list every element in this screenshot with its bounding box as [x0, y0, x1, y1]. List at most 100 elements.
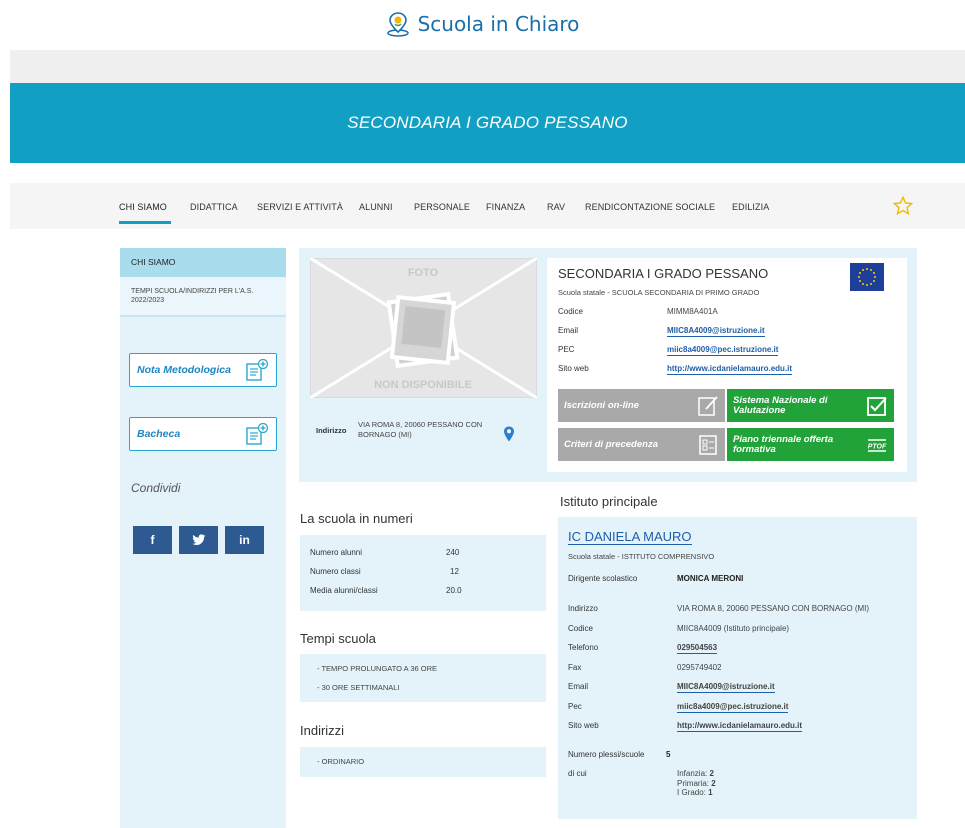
- istituto-name-link[interactable]: IC DANIELA MAURO: [568, 529, 692, 545]
- hero-banner: SECONDARIA I GRADO PESSANO: [10, 83, 965, 163]
- photo-text-top: FOTO: [408, 267, 439, 279]
- nota-metodologica-button[interactable]: Nota Metodologica: [129, 353, 277, 387]
- nav-item-rendicontazione[interactable]: RENDICONTAZIONE SOCIALE: [585, 202, 715, 212]
- nav-item-personale[interactable]: PERSONALE: [414, 202, 470, 212]
- twitter-icon: [191, 534, 205, 546]
- codice-value: MIMM8A401A: [667, 307, 718, 316]
- dicui-row-label: I Grado:: [677, 788, 706, 798]
- checkbox-icon: [867, 396, 887, 416]
- pec-link[interactable]: miic8a4009@pec.istruzione.it: [667, 345, 779, 356]
- checklist-icon: [699, 434, 717, 455]
- logo-pin-icon: [386, 12, 409, 37]
- document-plus-icon: [246, 423, 269, 445]
- dicui-row: Primaria: 2: [677, 779, 716, 789]
- field-label: Pec: [568, 702, 582, 711]
- school-card: FOTO NON DISPONIBILE Indirizzo VIA ROMA …: [299, 248, 917, 482]
- istituto-type: Scuola statale - ISTITUTO COMPRENSIVO: [568, 552, 715, 561]
- telefono-link[interactable]: 029504563: [677, 643, 718, 654]
- nav-item-chi-siamo[interactable]: CHI SIAMO: [119, 202, 167, 212]
- stat-label: Media alunni/classi: [310, 586, 378, 595]
- email-link[interactable]: MIIC8A4009@istruzione.it: [667, 326, 765, 337]
- dicui-label: di cui: [568, 769, 587, 778]
- twitter-share-button[interactable]: [179, 526, 218, 554]
- indirizzi-title: Indirizzi: [300, 723, 345, 738]
- nav-item-didattica[interactable]: DIDATTICA: [190, 202, 238, 212]
- dicui-row-label: Infanzia:: [677, 769, 708, 778]
- linkedin-share-button[interactable]: in: [225, 526, 264, 554]
- stat-label: Numero alunni: [310, 548, 363, 557]
- field-value: 0295749402: [677, 663, 722, 672]
- field-label: Email: [568, 682, 589, 691]
- email-link[interactable]: MIIC8A4009@istruzione.it: [677, 682, 775, 693]
- sidebar-item-tempi[interactable]: TEMPI SCUOLA/INDIRIZZI PER L'A.S. 2022/2…: [120, 277, 286, 317]
- nav-item-servizi[interactable]: SERVIZI E ATTIVITÀ: [257, 202, 343, 212]
- dicui-row-value: 1: [708, 788, 713, 798]
- field-label: Telefono: [568, 643, 599, 652]
- list-item: - 30 ORE SETTIMANALI: [317, 683, 400, 692]
- tempi-box: - TEMPO PROLUNGATO A 36 ORE - 30 ORE SET…: [300, 654, 546, 702]
- tempi-title: Tempi scuola: [300, 631, 376, 646]
- brand-name[interactable]: Scuola in Chiaro: [418, 12, 580, 36]
- dirigente-label: Dirigente scolastico: [568, 574, 638, 583]
- facebook-share-button[interactable]: f: [133, 526, 172, 554]
- indirizzi-box: - ORDINARIO: [300, 747, 546, 777]
- share-label: Condividi: [131, 481, 181, 495]
- edit-document-icon: [698, 395, 718, 416]
- star-icon[interactable]: [892, 195, 914, 217]
- top-band: [10, 50, 965, 83]
- dicui-list: Infanzia: 2 Primaria: 2 I Grado: 1: [677, 769, 716, 798]
- ptof-button[interactable]: Piano triennale offerta formativa PTOF: [727, 428, 894, 461]
- website-link[interactable]: http://www.icdanielamauro.edu.it: [677, 721, 803, 732]
- stat-value: 12: [450, 567, 459, 576]
- school-info: SECONDARIA I GRADO PESSANO Scuola statal…: [547, 258, 907, 472]
- school-type: Scuola statale - SCUOLA SECONDARIA DI PR…: [558, 288, 760, 297]
- sidebar: CHI SIAMO TEMPI SCUOLA/INDIRIZZI PER L'A…: [120, 248, 286, 828]
- eu-flag-icon: [850, 263, 884, 291]
- field-value: MIIC8A4009 (Istituto principale): [677, 624, 790, 633]
- stat-label: Numero classi: [310, 567, 361, 576]
- field-label: Sito web: [568, 721, 599, 730]
- field-label: Codice: [568, 624, 593, 633]
- list-item: - TEMPO PROLUNGATO A 36 ORE: [317, 664, 438, 673]
- website-link[interactable]: http://www.icdanielamauro.edu.it: [667, 364, 793, 375]
- nav-item-alunni[interactable]: ALUNNI: [359, 202, 393, 212]
- plessi-label: Numero plessi/scuole: [568, 750, 645, 759]
- bacheca-button[interactable]: Bacheca: [129, 417, 277, 451]
- dicui-row-value: 2: [711, 778, 716, 788]
- nav-item-edilizia[interactable]: EDILIZIA: [732, 202, 769, 212]
- iscrizioni-label: Iscrizioni on-line: [564, 399, 639, 411]
- bacheca-label: Bacheca: [137, 428, 181, 440]
- dicui-row-value: 2: [709, 769, 714, 778]
- numbers-title: La scuola in numeri: [300, 511, 413, 526]
- map-pin-icon[interactable]: [503, 426, 515, 442]
- snv-button[interactable]: Sistema Nazionale di Valutazione: [727, 389, 894, 422]
- main-nav: CHI SIAMO DIDATTICA SERVIZI E ATTIVITÀ A…: [10, 183, 965, 229]
- ptof-icon-text: PTOF: [868, 443, 887, 450]
- document-plus-icon: [246, 359, 269, 381]
- list-item: - ORDINARIO: [317, 757, 365, 766]
- field-label: Fax: [568, 663, 582, 672]
- brand-header: Scuola in Chiaro: [0, 0, 965, 48]
- istituto-box: IC DANIELA MAURO Scuola statale - ISTITU…: [558, 517, 917, 819]
- photo-placeholder: FOTO NON DISPONIBILE: [310, 258, 537, 398]
- sidebar-heading[interactable]: CHI SIAMO: [120, 248, 286, 277]
- field-label: Indirizzo: [568, 604, 598, 613]
- address-label: Indirizzo: [316, 426, 347, 435]
- snv-label: Sistema Nazionale di Valutazione: [733, 394, 828, 416]
- nav-active-indicator: [119, 221, 171, 224]
- dicui-row-label: Primaria:: [677, 778, 710, 788]
- criteri-button[interactable]: Criteri di precedenza: [558, 428, 725, 461]
- plessi-value: 5: [666, 750, 671, 759]
- ptof-icon: PTOF: [868, 438, 887, 452]
- pec-link[interactable]: miic8a4009@pec.istruzione.it: [677, 702, 789, 713]
- address-value: VIA ROMA 8, 20060 PESSANO CON BORNAGO (M…: [358, 420, 483, 439]
- stat-value: 20.0: [446, 586, 462, 595]
- dicui-row: I Grado: 1: [677, 788, 716, 798]
- istituto-title: Istituto principale: [560, 494, 658, 509]
- email-label: Email: [558, 326, 579, 335]
- iscrizioni-button[interactable]: Iscrizioni on-line: [558, 389, 725, 422]
- photo-text-bottom: NON DISPONIBILE: [374, 379, 472, 391]
- nav-item-finanza[interactable]: FINANZA: [486, 202, 525, 212]
- website-label: Sito web: [558, 364, 589, 373]
- nav-item-rav[interactable]: RAV: [547, 202, 565, 212]
